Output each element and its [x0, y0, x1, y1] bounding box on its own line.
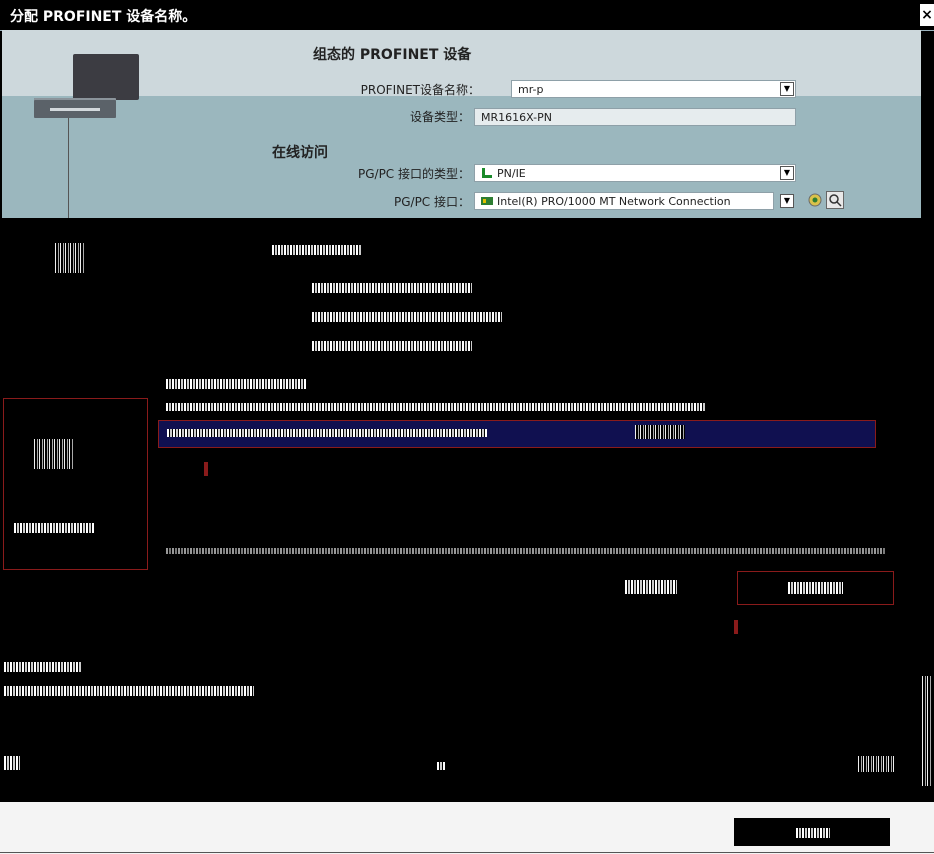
marker-1: [204, 462, 208, 476]
status-action-button[interactable]: [858, 756, 896, 772]
online-access-heading: 在线访问: [272, 145, 328, 161]
interface-type-value: PN/IE: [497, 167, 526, 180]
list-heading-artifact: [166, 379, 306, 389]
close-button-label: [796, 828, 830, 838]
device-type-field: MR1616X-PN: [474, 108, 796, 126]
status-indicator: [437, 762, 445, 770]
window-title: 分配 PROFINET 设备名称。: [10, 9, 197, 25]
interface-type-select[interactable]: PN/IE: [474, 164, 796, 182]
interface-type-label: PG/PC 接口的类型：: [357, 167, 470, 181]
device-name-value: mr-p: [518, 83, 544, 96]
pc-station-icon: [73, 54, 139, 100]
status-message: [4, 686, 254, 696]
close-icon[interactable]: ×: [920, 4, 934, 26]
title-bar: 分配 PROFINET 设备名称。 ×: [0, 0, 934, 31]
table-empty-rows: [166, 548, 886, 554]
refresh-icon[interactable]: [806, 191, 824, 209]
status-icon: [4, 756, 20, 770]
device-name-label: PROFINET设备名称：: [360, 83, 480, 97]
device-name-input[interactable]: mr-p: [511, 80, 796, 98]
assign-name-button[interactable]: [737, 571, 894, 605]
table-header: [166, 403, 706, 411]
interface-select[interactable]: Intel(R) PRO/1000 MT Network Connection: [474, 192, 774, 210]
filter-heading-artifact: [272, 245, 362, 255]
interface-value: Intel(R) PRO/1000 MT Network Connection: [497, 195, 731, 208]
scrollbar[interactable]: [922, 676, 932, 786]
configured-device-heading: 组态的 PROFINET 设备: [313, 47, 472, 63]
table-row-cells: [167, 429, 487, 437]
filter-option-2[interactable]: [312, 312, 502, 322]
filter-option-3[interactable]: [312, 341, 472, 351]
bottom-border: [0, 852, 934, 853]
device-preview-box: [3, 398, 148, 570]
search-icon[interactable]: [826, 191, 844, 209]
device-preview-label: [14, 523, 94, 533]
status-heading: [4, 662, 82, 672]
close-button[interactable]: [734, 818, 890, 846]
device-type-value: MR1616X-PN: [481, 111, 552, 124]
filter-option-1[interactable]: [312, 283, 472, 293]
device-icon-artifact: [55, 243, 85, 273]
update-list-button[interactable]: [625, 580, 677, 594]
chevron-down-icon[interactable]: ▼: [780, 166, 794, 180]
chevron-down-icon[interactable]: ▼: [780, 82, 794, 96]
device-type-label: 设备类型：: [409, 110, 470, 124]
interface-label: PG/PC 接口：: [393, 195, 470, 209]
chevron-down-icon[interactable]: ▼: [780, 194, 794, 208]
network-icon: [481, 167, 493, 179]
device-preview-icon: [34, 439, 74, 469]
network-card-icon: [481, 195, 493, 207]
assign-name-label: [788, 582, 843, 594]
table-row-selected[interactable]: [158, 420, 876, 448]
connection-line: [68, 118, 69, 218]
pc-drive-slot: [50, 108, 100, 111]
marker-2: [734, 620, 738, 634]
table-row-status: [635, 425, 685, 439]
dialog-footer: [0, 802, 934, 854]
